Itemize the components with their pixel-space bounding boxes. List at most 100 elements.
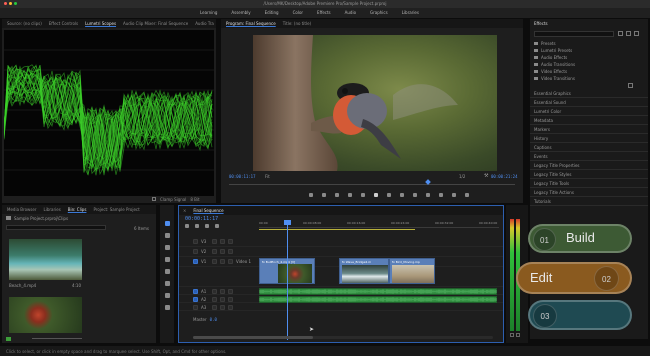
panel-history[interactable]: History [530, 134, 648, 143]
mark-in-icon[interactable] [322, 193, 326, 197]
workspace-color[interactable]: Color [293, 10, 303, 15]
workspace-effects[interactable]: Effects [317, 10, 331, 15]
button-editor-plus-icon[interactable] [465, 193, 469, 197]
hand-tool-icon[interactable] [164, 293, 170, 298]
effects-footer-icon[interactable] [628, 83, 633, 88]
project-tab-1[interactable]: Libraries [44, 207, 61, 212]
track-header-v3[interactable]: V3 [179, 238, 251, 245]
source-tab-3[interactable]: Audio Clip Mixer: Final Sequence [123, 21, 188, 26]
timeline-timecode[interactable]: 00:00:11:17 [185, 216, 218, 222]
track-header-v1[interactable]: V1 Video 1 [179, 258, 251, 265]
timeline-settings-icon[interactable] [215, 224, 219, 228]
source-patch-toggle[interactable] [193, 259, 198, 264]
effects-folder[interactable]: Presets [534, 40, 644, 47]
list-view-icon[interactable] [6, 337, 11, 341]
solo-right[interactable] [516, 333, 520, 337]
snap-icon[interactable] [185, 224, 189, 228]
program-scrubber[interactable] [229, 182, 515, 185]
sync-icon[interactable] [220, 239, 225, 244]
workspace-libraries[interactable]: Libraries [402, 10, 419, 15]
panel-legacy-title-tools[interactable]: Legacy Title Tools [530, 179, 648, 188]
program-resolution-select[interactable]: 1/2 [459, 174, 465, 179]
effects-folder[interactable]: Audio Effects [534, 54, 644, 61]
timeline-ruler[interactable]: 00:00 00:00:08:00 00:00:16:00 00:00:24:00 00… [259, 220, 499, 228]
project-search[interactable] [6, 225, 106, 230]
panel-legacy-title-actions[interactable]: Legacy Title Actions [530, 188, 648, 197]
panel-events[interactable]: Events [530, 152, 648, 161]
compare-view-icon[interactable] [452, 193, 456, 197]
tab-final-sequence[interactable]: Final Sequence [193, 208, 223, 213]
effects-search[interactable] [534, 31, 614, 37]
clamp-signal-checkbox[interactable] [152, 197, 156, 201]
slip-tool-icon[interactable] [164, 269, 170, 274]
workspace-graphics[interactable]: Graphics [370, 10, 388, 15]
track-header-master[interactable]: Master 0.0 [179, 316, 251, 323]
play-icon[interactable] [374, 193, 378, 197]
track-header-v2[interactable]: V2 [179, 248, 251, 255]
source-tab-4[interactable]: Audio Tra [195, 21, 214, 26]
workspace-assembly[interactable]: Assembly [231, 10, 250, 15]
effects-folder[interactable]: Video Transitions [534, 75, 644, 82]
eye-icon[interactable] [228, 239, 233, 244]
panel-markers[interactable]: Markers [530, 125, 648, 134]
go-to-in-icon[interactable] [348, 193, 352, 197]
source-patch-toggle[interactable] [193, 239, 198, 244]
program-playhead-timecode[interactable]: 00:00:11:17 [229, 174, 256, 179]
bit-depth-select[interactable]: 8 Bit [190, 197, 199, 202]
pen-tool-icon[interactable] [164, 281, 170, 286]
sync-icon[interactable] [220, 259, 225, 264]
project-tab-2[interactable]: Bin: Clips [68, 207, 87, 212]
mark-out-icon[interactable] [335, 193, 339, 197]
solo-left[interactable] [510, 333, 514, 337]
source-tab-2[interactable]: Lumetri Scopes [85, 21, 116, 26]
trash-icon[interactable] [634, 31, 639, 36]
zoom-slider[interactable] [32, 338, 82, 339]
workspace-editing[interactable]: Editing [265, 10, 279, 15]
add-marker-timeline-icon[interactable] [205, 224, 209, 228]
export-frame-icon[interactable] [439, 193, 443, 197]
effects-folder[interactable]: Audio Transitions [534, 61, 644, 68]
add-marker-icon[interactable] [309, 193, 313, 197]
panel-legacy-title-styles[interactable]: Legacy Title Styles [530, 170, 648, 179]
panel-captions[interactable]: Captions [530, 143, 648, 152]
timeline-playhead-head[interactable] [284, 220, 291, 225]
timeline-horizontal-scroll[interactable] [193, 336, 493, 339]
effects-folder[interactable]: Video Effects [534, 68, 644, 75]
source-tab-1[interactable]: Effect Controls [49, 21, 78, 26]
razor-tool-icon[interactable] [164, 257, 170, 262]
effects-folder[interactable]: Lumetri Presets [534, 47, 644, 54]
sync-icon[interactable] [220, 249, 225, 254]
go-to-out-icon[interactable] [400, 193, 404, 197]
panel-essential-graphics[interactable]: Essential Graphics [530, 89, 648, 98]
lock-icon[interactable] [212, 239, 217, 244]
lift-icon[interactable] [413, 193, 417, 197]
workspace-audio[interactable]: Audio [345, 10, 356, 15]
project-tab-3[interactable]: Project: Sample Project [93, 207, 139, 212]
project-tab-0[interactable]: Media Browser [7, 207, 37, 212]
panel-metadata[interactable]: Metadata [530, 116, 648, 125]
panel-legacy-title-properties[interactable]: Legacy Title Properties [530, 161, 648, 170]
clip-bird-moving[interactable]: fx Bird_Moving.mp [389, 258, 435, 284]
extract-icon[interactable] [426, 193, 430, 197]
program-fit-select[interactable]: Fit [265, 174, 270, 179]
linked-selection-icon[interactable] [195, 224, 199, 228]
new-bin-icon[interactable] [618, 31, 623, 36]
new-item-icon[interactable] [626, 31, 631, 36]
track-select-tool-icon[interactable] [164, 233, 170, 238]
program-tab-1[interactable]: Title: (no title) [283, 21, 311, 26]
step-forward-icon[interactable] [387, 193, 391, 197]
clip-thumbnail-beach[interactable] [9, 239, 82, 280]
clip-thumbnail-bird[interactable] [9, 297, 82, 333]
selection-tool-icon[interactable] [164, 221, 170, 226]
eye-icon[interactable] [228, 249, 233, 254]
type-tool-icon[interactable] [164, 305, 170, 310]
lock-icon[interactable] [212, 259, 217, 264]
scroll-thumb[interactable] [193, 336, 313, 339]
panel-tutorials[interactable]: Tutorials [530, 197, 648, 206]
clip-wave-bridge[interactable]: fx Wave_Bridge4.m [339, 258, 389, 284]
workspace-learning[interactable]: Learning [200, 10, 217, 15]
ripple-edit-tool-icon[interactable] [164, 245, 170, 250]
step-back-icon[interactable] [361, 193, 365, 197]
program-tab-0[interactable]: Program: Final Sequence [226, 21, 276, 26]
timeline-playhead-line[interactable] [287, 220, 288, 340]
